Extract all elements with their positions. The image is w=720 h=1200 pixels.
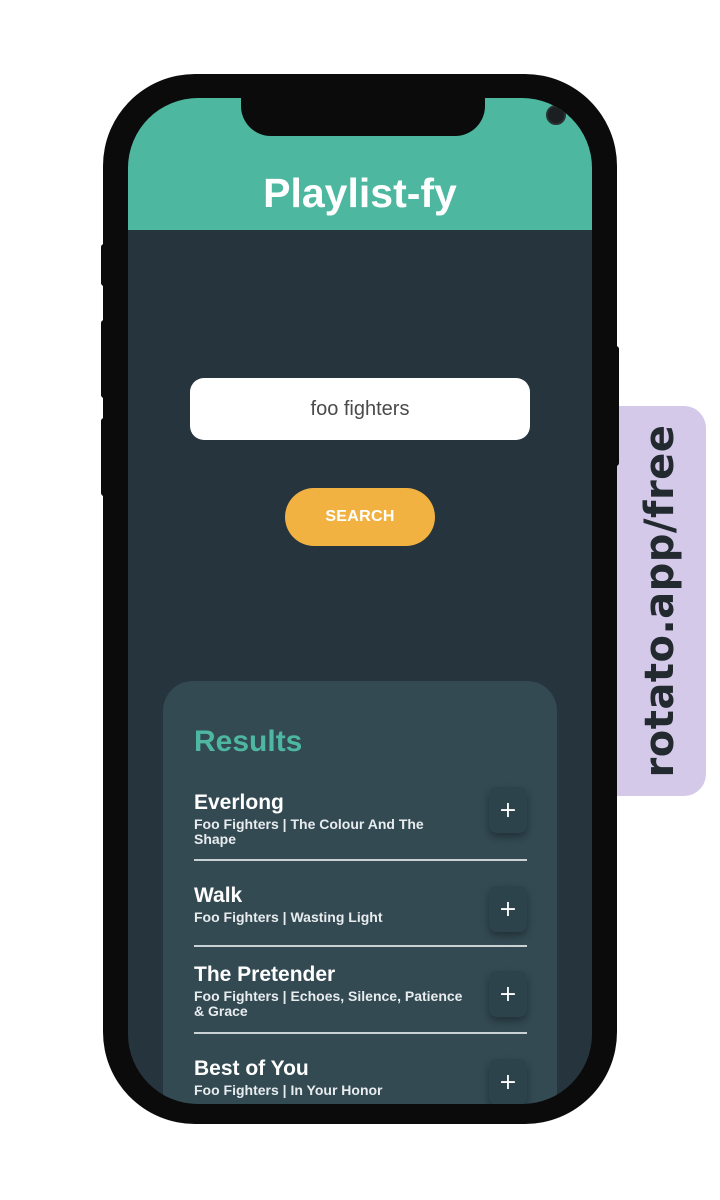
- phone-frame: Playlist-fy SEARCH Results Everlong Foo …: [101, 74, 619, 1124]
- search-button[interactable]: SEARCH: [285, 488, 435, 546]
- track-title: Everlong: [194, 791, 284, 814]
- divider: [194, 1032, 527, 1034]
- rotato-watermark: rotato.app/free: [614, 406, 706, 796]
- track-meta: Foo Fighters | Wasting Light: [194, 909, 383, 925]
- track-meta: Foo Fighters | The Colour And The Shape: [194, 816, 424, 847]
- side-button-volume-down: [101, 418, 111, 496]
- track-meta: Foo Fighters | Echoes, Silence, Patience…: [194, 988, 463, 1019]
- track-title: Walk: [194, 884, 243, 907]
- track-title: The Pretender: [194, 963, 336, 986]
- add-track-button[interactable]: +: [489, 1059, 527, 1104]
- search-input[interactable]: [190, 396, 530, 422]
- results-heading: Results: [194, 725, 303, 758]
- track-title: Best of You: [194, 1057, 309, 1080]
- divider: [194, 859, 527, 861]
- side-button-volume-up: [101, 320, 111, 398]
- divider: [194, 945, 527, 947]
- search-box[interactable]: [190, 378, 530, 440]
- add-track-button[interactable]: +: [489, 787, 527, 833]
- side-button-mute: [101, 244, 111, 286]
- phone-screen: Playlist-fy SEARCH Results Everlong Foo …: [128, 98, 592, 1104]
- add-track-button[interactable]: +: [489, 971, 527, 1017]
- side-button-power: [609, 346, 619, 466]
- results-card: Results Everlong Foo Fighters | The Colo…: [163, 681, 557, 1104]
- track-meta: Foo Fighters | In Your Honor: [194, 1082, 383, 1098]
- add-track-button[interactable]: +: [489, 886, 527, 932]
- notch: [241, 98, 566, 136]
- camera-icon: [546, 105, 566, 125]
- watermark-text: rotato.app/free: [637, 424, 683, 778]
- app-title: Playlist-fy: [263, 170, 457, 216]
